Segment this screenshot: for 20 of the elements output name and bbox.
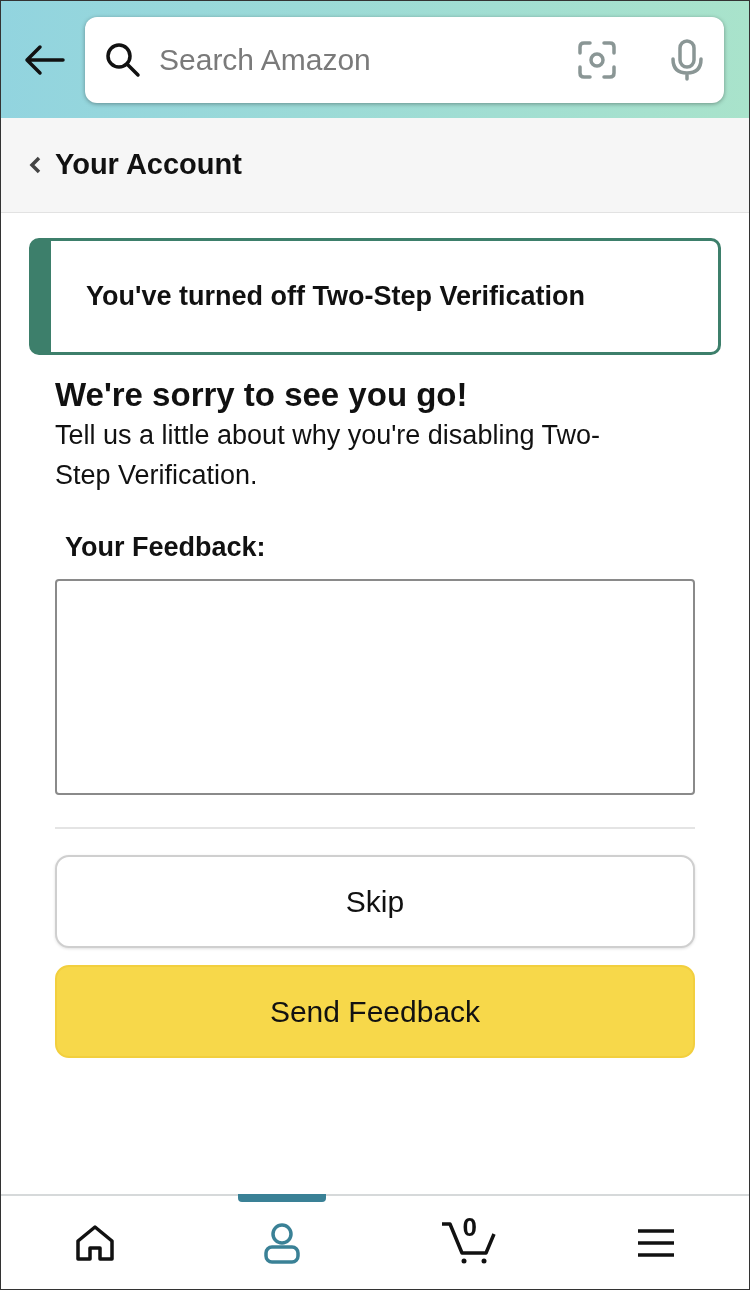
send-feedback-button[interactable]: Send Feedback: [55, 965, 695, 1058]
breadcrumb-link[interactable]: Your Account: [55, 143, 242, 187]
home-icon: [74, 1223, 115, 1262]
search-bar[interactable]: Search Amazon: [85, 16, 724, 103]
heading: We're sorry to see you go!: [55, 375, 469, 415]
camera-scan-icon[interactable]: [578, 40, 616, 79]
nav-tab[interactable]: 0: [375, 1196, 562, 1289]
cart-icon: [439, 1219, 498, 1266]
search-icon: [105, 41, 141, 78]
alert-message: You've turned off Two-Step Verification: [86, 280, 585, 314]
back-arrow-icon[interactable]: [23, 43, 65, 76]
skip-button[interactable]: Skip: [55, 855, 695, 948]
feedback-label: Your Feedback:: [65, 531, 267, 564]
chevron-left-icon[interactable]: [29, 156, 41, 174]
person-icon: [262, 1221, 301, 1264]
microphone-icon[interactable]: [670, 38, 704, 81]
feedback-field[interactable]: [55, 579, 695, 795]
cart-count: 0: [462, 1213, 477, 1240]
menu-icon: [636, 1227, 675, 1258]
description: Tell us a little about why you're disabling Two-Step Verification.: [55, 419, 601, 492]
